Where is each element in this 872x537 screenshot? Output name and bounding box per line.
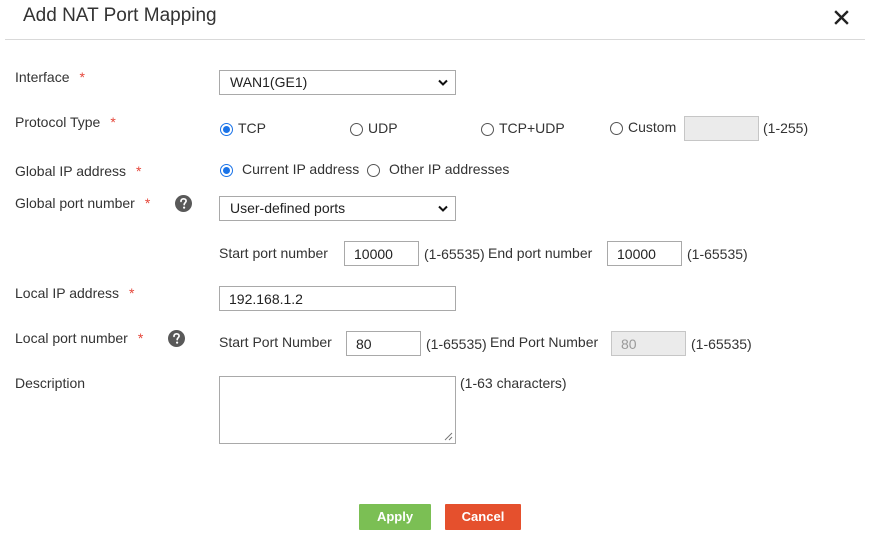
protocol-type-label: Protocol Type * (15, 114, 116, 130)
local-end-port-range: (1-65535) (691, 336, 752, 352)
required-marker: * (110, 114, 116, 130)
local-end-port-label: End Port Number (490, 334, 599, 350)
required-marker: * (137, 330, 144, 346)
close-icon[interactable] (830, 6, 854, 30)
interface-label: Interface * (15, 69, 85, 85)
protocol-udp-label[interactable]: UDP (368, 120, 398, 136)
chevron-down-icon (438, 205, 448, 212)
protocol-custom-range: (1-255) (763, 120, 809, 136)
global-port-select[interactable]: User-defined ports (219, 196, 456, 221)
local-start-port-input[interactable]: 80 (346, 331, 421, 356)
resize-grip-icon[interactable] (444, 432, 453, 441)
cancel-button[interactable]: Cancel (445, 504, 521, 530)
global-start-port-label: Start port number (219, 245, 328, 261)
required-marker: * (136, 163, 142, 179)
local-end-port-input[interactable]: 80 (611, 331, 686, 356)
global-start-port-range: (1-65535) (424, 246, 485, 262)
required-marker: * (79, 69, 85, 85)
interface-select[interactable]: WAN1(GE1) (219, 70, 456, 95)
required-marker: * (129, 285, 135, 301)
global-ip-label: Global IP address * (15, 163, 142, 179)
global-start-port-input[interactable]: 10000 (344, 241, 419, 266)
chevron-down-icon (438, 79, 448, 86)
dialog-title: Add NAT Port Mapping (23, 5, 217, 26)
description-textarea[interactable] (219, 376, 456, 444)
description-label: Description (15, 375, 86, 391)
description-hint: (1-63 characters) (460, 375, 567, 391)
protocol-custom-input[interactable] (684, 116, 759, 141)
local-ip-label: Local IP address * (15, 285, 135, 301)
help-icon[interactable] (168, 330, 185, 347)
required-marker: * (144, 195, 151, 211)
global-ip-current-label[interactable]: Current IP address (242, 161, 359, 177)
title-divider (5, 39, 865, 40)
global-end-port-range: (1-65535) (687, 246, 748, 262)
nat-port-mapping-dialog: Add NAT Port Mapping Interface * WAN1(GE1… (0, 0, 872, 537)
protocol-tcp-radio[interactable] (220, 123, 233, 136)
global-ip-current-radio[interactable] (220, 164, 233, 177)
global-end-port-label: End port number (488, 245, 593, 261)
local-start-port-label: Start Port Number (219, 334, 332, 350)
protocol-udp-radio[interactable] (350, 123, 363, 136)
protocol-tcp-udp-label[interactable]: TCP+UDP (499, 120, 565, 136)
global-ip-other-label[interactable]: Other IP addresses (389, 161, 509, 177)
local-port-label: Local port number * (15, 330, 144, 346)
protocol-tcp-udp-radio[interactable] (481, 123, 494, 136)
protocol-custom-radio[interactable] (610, 122, 623, 135)
global-ip-other-radio[interactable] (367, 164, 380, 177)
protocol-tcp-label[interactable]: TCP (238, 120, 266, 136)
global-port-label: Global port number * (15, 195, 151, 211)
local-start-port-range: (1-65535) (426, 336, 487, 352)
protocol-custom-label[interactable]: Custom (628, 119, 676, 135)
local-ip-input[interactable]: 192.168.1.2 (219, 286, 456, 311)
help-icon[interactable] (175, 195, 192, 212)
apply-button[interactable]: Apply (359, 504, 431, 530)
global-end-port-input[interactable]: 10000 (607, 241, 682, 266)
